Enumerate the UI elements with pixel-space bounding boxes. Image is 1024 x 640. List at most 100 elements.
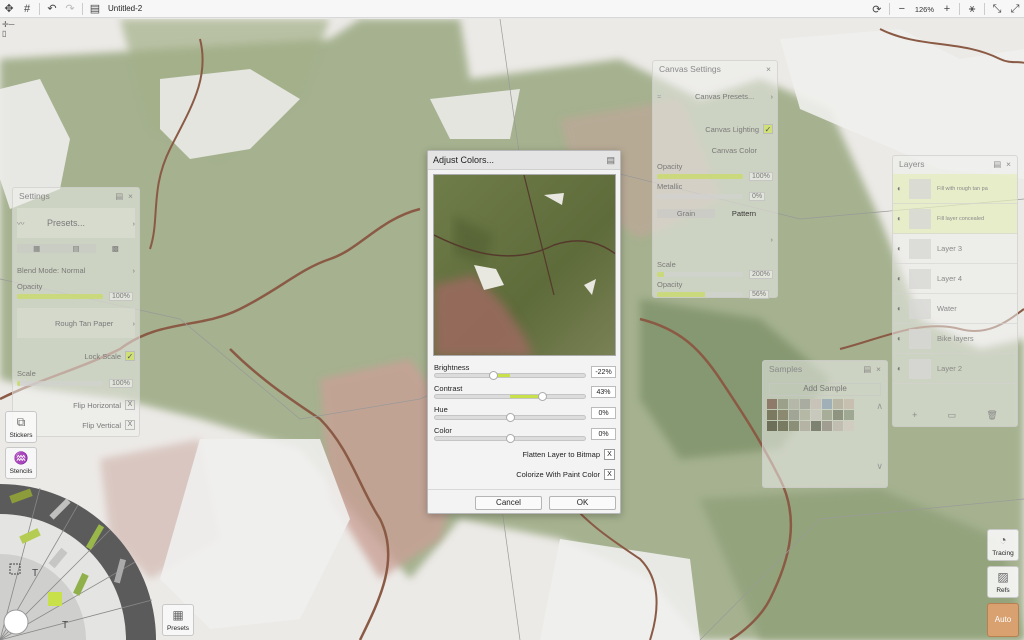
presets-button[interactable]: ▦ Presets (162, 604, 194, 636)
color-slider[interactable] (434, 434, 586, 443)
opacity-slider[interactable] (17, 293, 103, 299)
brightness-slider[interactable] (434, 371, 586, 380)
layer-row[interactable]: ◐ Water (893, 294, 1017, 324)
zoom-out-icon[interactable]: − (893, 0, 911, 18)
color-swatch[interactable] (811, 421, 821, 431)
close-icon[interactable]: × (1006, 159, 1011, 169)
document-title[interactable]: Untitled-2 (108, 4, 142, 13)
transform-icon[interactable]: ✛─ (2, 20, 30, 29)
color-swatch[interactable] (811, 410, 821, 420)
slider-knob[interactable] (538, 392, 548, 401)
opacity-slider[interactable] (657, 173, 743, 179)
scale-slider[interactable] (17, 380, 103, 386)
fullscreen-icon[interactable]: ⤢ (1006, 0, 1024, 18)
close-icon[interactable]: × (128, 191, 133, 201)
color-swatch[interactable] (789, 410, 799, 420)
lock-scale-checkbox[interactable]: ✓ (125, 351, 135, 361)
blend-mode-row[interactable]: Blend Mode: Normal › (17, 264, 135, 276)
color-swatch[interactable] (844, 421, 854, 431)
close-icon[interactable]: × (876, 364, 881, 374)
color-swatch[interactable] (800, 421, 810, 431)
metallic-value[interactable]: 0% (749, 191, 766, 201)
add-sample-button[interactable]: Add Sample (769, 383, 881, 396)
undo-icon[interactable]: ↶ (43, 0, 61, 18)
color-swatch[interactable] (789, 399, 799, 409)
slider-knob[interactable] (506, 413, 515, 422)
layer-visibility-icon[interactable]: ◐ (897, 184, 909, 193)
scale-slider[interactable] (657, 271, 743, 277)
canvas-presets-row[interactable]: ≈ Canvas Presets... › (657, 81, 773, 111)
scale-value[interactable]: 100% (109, 378, 133, 388)
color-swatch[interactable] (822, 399, 832, 409)
layer-row[interactable]: ◐ Layer 3 (893, 234, 1017, 264)
color-swatch[interactable] (778, 421, 788, 431)
fit-screen-icon[interactable]: ⤡ (988, 0, 1006, 18)
zoom-level[interactable]: 126% (915, 5, 934, 14)
auto-button[interactable]: Auto (987, 603, 1019, 637)
menu-icon[interactable]: ▤ (863, 364, 871, 374)
flip-vertical-checkbox[interactable]: X (125, 420, 135, 430)
colorize-checkbox[interactable]: X (604, 469, 615, 480)
ok-button[interactable]: OK (549, 496, 616, 510)
presets-row[interactable]: 〰 Presets... › (17, 208, 135, 238)
color-swatch[interactable] (811, 399, 821, 409)
metallic-slider[interactable] (657, 193, 743, 199)
color-swatch[interactable] (778, 399, 788, 409)
grid-icon[interactable]: # (18, 0, 36, 18)
contrast-slider[interactable] (434, 392, 586, 401)
zoom-in-icon[interactable]: + (938, 0, 956, 18)
color-swatch[interactable] (844, 399, 854, 409)
opacity-value[interactable]: 100% (749, 171, 773, 181)
slider-knob[interactable] (489, 371, 499, 380)
grain-preset-row[interactable]: › (657, 227, 774, 251)
slider-knob[interactable] (506, 434, 515, 443)
layer-visibility-icon[interactable]: ◐ (897, 214, 909, 223)
layer-visibility-icon[interactable]: ◐ (897, 304, 909, 313)
color-swatch[interactable] (822, 410, 832, 420)
close-icon[interactable]: × (766, 64, 771, 74)
tool-wheel[interactable]: T T (0, 484, 160, 640)
layer-row[interactable]: ◐ Bike layers (893, 324, 1017, 354)
folder-icon[interactable]: ▭ (948, 410, 957, 422)
tracing-button[interactable]: ◔ Tracing (987, 529, 1019, 561)
document-icon[interactable]: ▤ (86, 0, 104, 18)
tab-grain[interactable]: Grain (657, 208, 715, 218)
color-value[interactable]: 0% (591, 428, 616, 440)
tab-brush[interactable]: ▦ (17, 243, 57, 253)
hue-value[interactable]: 0% (591, 407, 616, 419)
canvas-color-row[interactable]: Canvas Color (657, 144, 773, 156)
layer-visibility-icon[interactable]: ◐ (897, 334, 909, 343)
layer-row[interactable]: ◐ Fill with rough tan pa (893, 174, 1017, 204)
layer-row[interactable]: ◐ Layer 4 (893, 264, 1017, 294)
trash-icon[interactable]: 🗑 (986, 410, 997, 422)
color-swatch[interactable] (844, 410, 854, 420)
flatten-checkbox[interactable]: X (604, 449, 615, 460)
color-swatch[interactable] (767, 410, 777, 420)
contrast-value[interactable]: 43% (591, 386, 616, 398)
color-swatch[interactable] (800, 410, 810, 420)
color-swatch[interactable] (789, 421, 799, 431)
color-swatch[interactable] (833, 410, 843, 420)
layer-visibility-icon[interactable]: ◐ (897, 274, 909, 283)
menu-icon[interactable]: ▤ (606, 155, 615, 166)
redo-icon[interactable]: ↷ (61, 0, 79, 18)
move-icon[interactable]: ✥ (0, 0, 18, 18)
canvas-lighting-checkbox[interactable]: ✓ (763, 124, 773, 134)
menu-icon[interactable]: ▤ (993, 159, 1001, 169)
flip-horizontal-checkbox[interactable]: X (125, 400, 135, 410)
scroll-up-icon[interactable]: ∧ (876, 401, 883, 412)
layer-row[interactable]: ◐ Layer 2 (893, 354, 1017, 384)
scroll-down-icon[interactable]: ∨ (876, 461, 883, 472)
tab-texture[interactable]: ▤ (56, 243, 96, 253)
layer-row[interactable]: ◐ Fill layer concealed (893, 204, 1017, 234)
layer-visibility-icon[interactable]: ◐ (897, 364, 909, 373)
ruler-icon[interactable]: ▯ (2, 29, 30, 38)
scale-value[interactable]: 200% (749, 269, 773, 279)
opacity-value[interactable]: 100% (109, 291, 133, 301)
stencils-button[interactable]: ♒ Stencils (5, 447, 37, 479)
opacity-slider[interactable] (657, 291, 743, 297)
paper-row[interactable]: Rough Tan Paper › (17, 308, 135, 338)
brightness-value[interactable]: -22% (591, 366, 616, 378)
color-swatch[interactable] (833, 399, 843, 409)
color-swatch[interactable] (778, 410, 788, 420)
